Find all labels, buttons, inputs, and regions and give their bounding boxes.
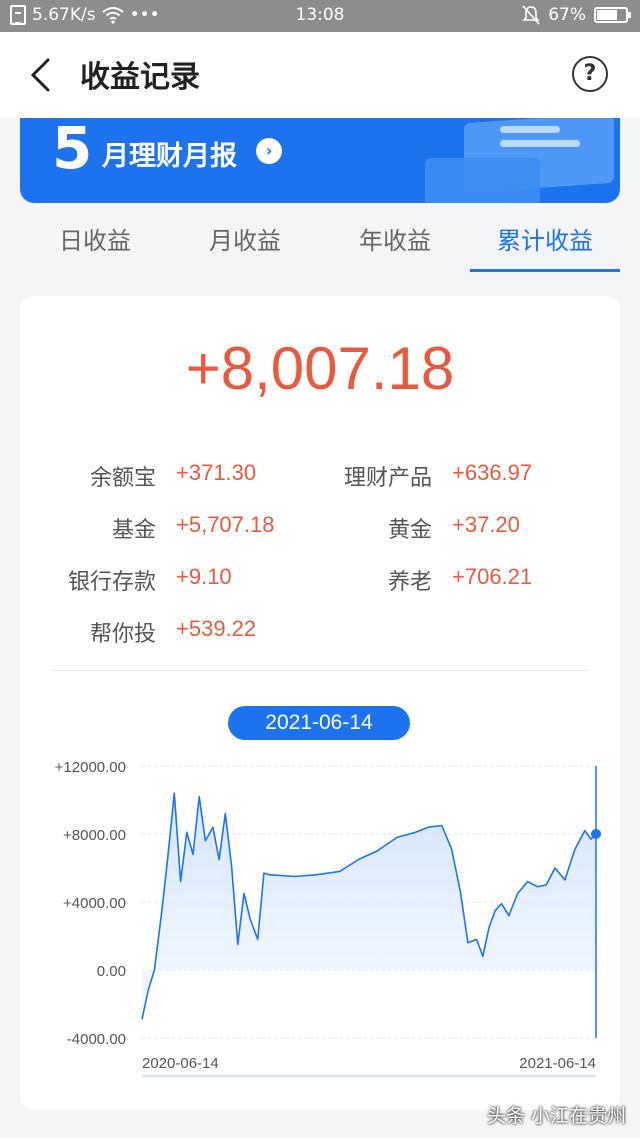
tab-cumulative[interactable]: 累计收益 xyxy=(470,212,620,272)
earning-item-label: 银行存款 xyxy=(67,570,156,595)
cumulative-earnings-chart[interactable]: +12000.00 +8000.00 +4000.00 0.00 -4000.00 202… xyxy=(20,746,620,1086)
earning-item-value: +371.30 xyxy=(176,460,257,485)
nav-bar: 收益记录 ? xyxy=(0,32,640,118)
y-tick-label: -4000.00 xyxy=(67,1031,126,1048)
earning-item-value: +706.21 xyxy=(452,564,533,589)
earning-item-label: 黄金 xyxy=(387,518,432,543)
total-earnings: +8,007.18 xyxy=(185,335,455,402)
help-icon[interactable]: ? xyxy=(572,56,608,92)
status-bar: 5.67K/s ••• 13:08 67% xyxy=(0,0,640,32)
earnings-tabs: 日收益 月收益 年收益 累计收益 xyxy=(20,212,620,272)
selected-date-badge: 2021-06-14 xyxy=(228,706,410,740)
battery-percent: 67% xyxy=(548,5,586,25)
earnings-card: +8,007.18 余额宝 +371.30 理财产品 +636.97 基金 +5… xyxy=(20,296,620,1110)
watermark: 头条 小江在贵州 xyxy=(486,1105,626,1127)
mute-bell-icon xyxy=(522,5,541,25)
earning-item-value: +9.10 xyxy=(176,564,232,589)
tab-yearly[interactable]: 年收益 xyxy=(320,212,470,272)
tab-daily[interactable]: 日收益 xyxy=(20,212,170,272)
earning-item-value: +636.97 xyxy=(452,460,533,485)
earning-item-label: 帮你投 xyxy=(89,622,156,647)
decorative-line xyxy=(500,140,580,147)
chevron-right-icon: › xyxy=(256,138,282,164)
divider xyxy=(52,670,588,671)
y-tick-label: 0.00 xyxy=(97,963,126,980)
earning-item-label: 理财产品 xyxy=(343,466,432,491)
monthly-report-banner[interactable]: 5 月理财月报 › xyxy=(20,118,620,203)
page-title: 收益记录 xyxy=(80,60,200,95)
series-area xyxy=(142,793,596,1020)
report-title: 月理财月报 xyxy=(102,141,237,172)
earning-item-label: 养老 xyxy=(387,570,432,595)
earning-item-value: +5,707.18 xyxy=(176,512,275,537)
back-arrow-icon[interactable] xyxy=(28,58,54,92)
earning-item-value: +37.20 xyxy=(452,512,520,537)
earning-item-label: 余额宝 xyxy=(89,466,156,491)
y-tick-label: +4000.00 xyxy=(63,895,126,912)
selected-point xyxy=(591,829,601,839)
x-tick-label: 2021-06-14 xyxy=(519,1055,596,1072)
decorative-line xyxy=(500,126,560,133)
earning-item-value: +539.22 xyxy=(176,616,257,641)
decorative-card-graphic xyxy=(425,158,540,203)
y-tick-label: +12000.00 xyxy=(55,759,126,776)
y-tick-label: +8000.00 xyxy=(63,827,126,844)
report-month-number: 5 xyxy=(52,118,93,182)
active-tab-indicator xyxy=(470,269,620,272)
x-tick-label: 2020-06-14 xyxy=(142,1055,219,1072)
tab-monthly[interactable]: 月收益 xyxy=(170,212,320,272)
earning-item-label: 基金 xyxy=(111,518,156,543)
battery-icon xyxy=(594,7,631,23)
